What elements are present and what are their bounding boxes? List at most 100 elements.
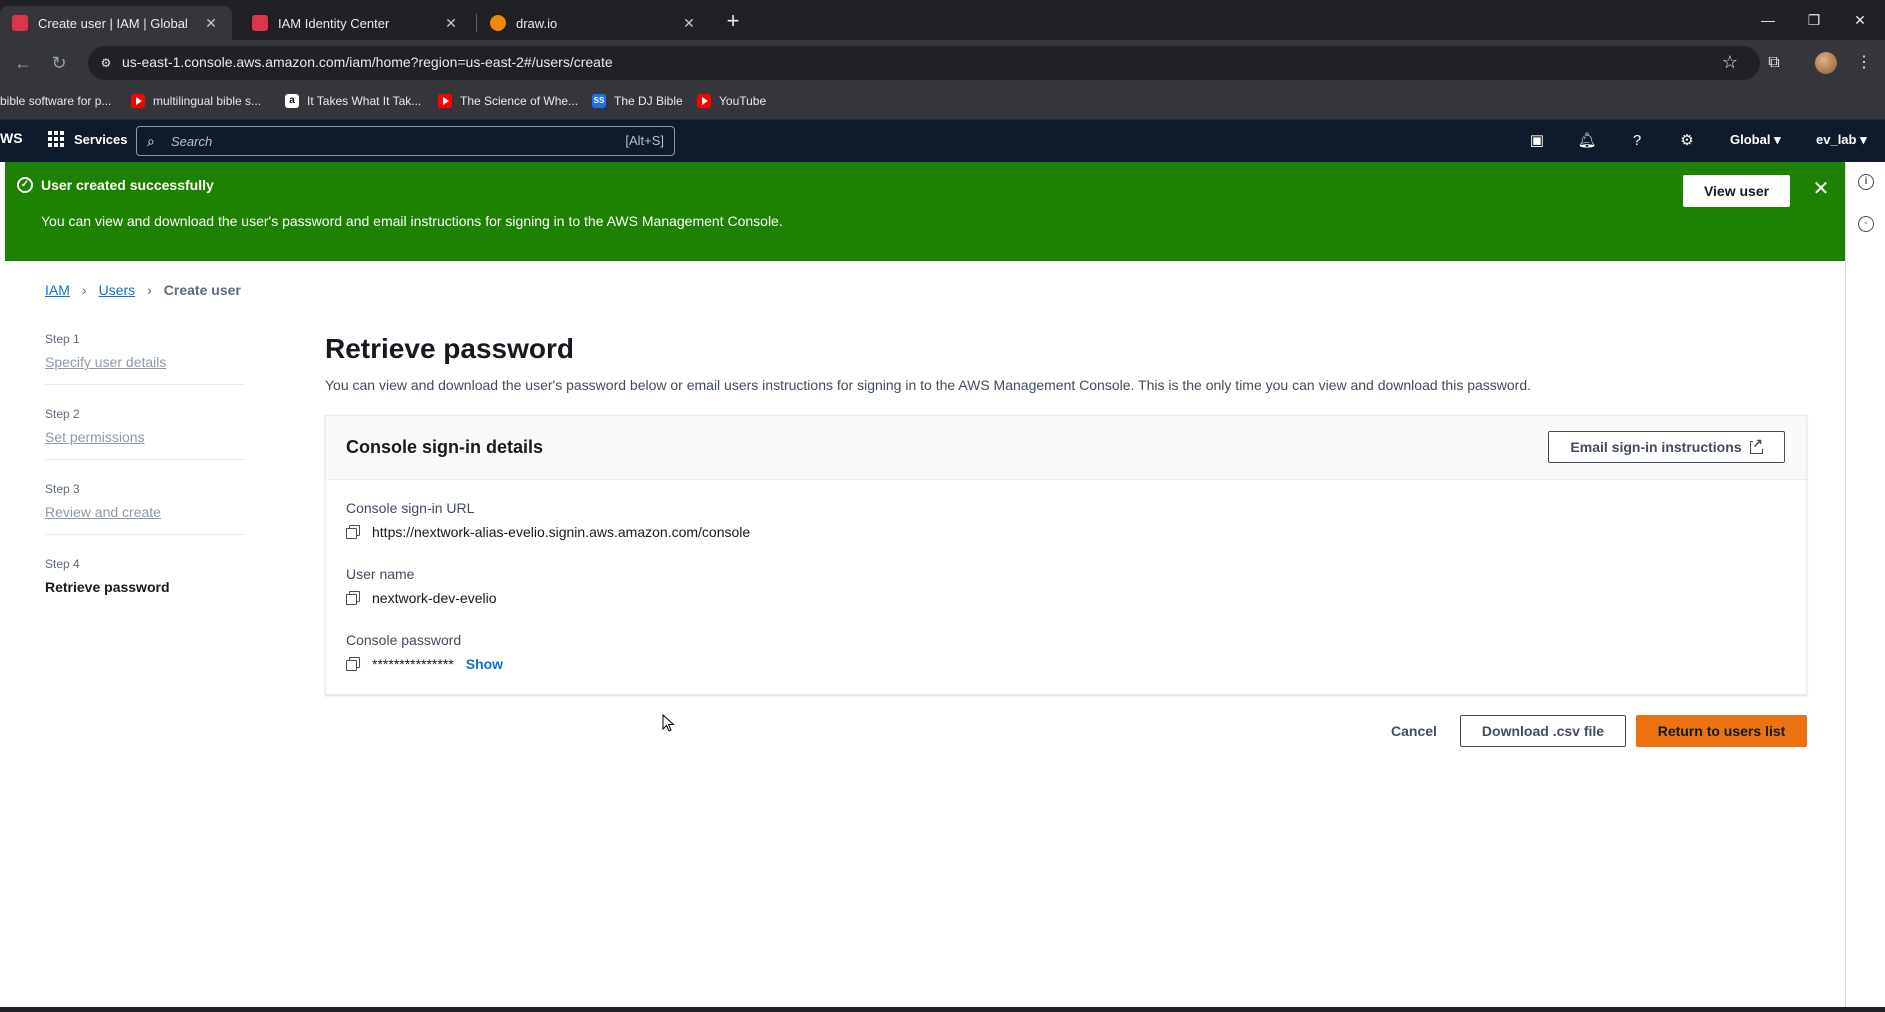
bookmarks-bar: bible software for p... multilingual bib… (0, 86, 1885, 120)
step-divider (45, 459, 245, 460)
tab-title: IAM Identity Center (278, 15, 390, 31)
dismiss-close-icon[interactable]: ✕ (1811, 176, 1831, 200)
help-icon[interactable]: ? (1627, 131, 1647, 151)
copy-icon[interactable] (346, 591, 360, 605)
site-settings-icon[interactable]: ⚙ (98, 55, 114, 71)
success-check-icon: ✓ (17, 177, 33, 193)
restore-icon[interactable]: ❐ (1791, 0, 1837, 40)
step-number: Step 1 (45, 332, 80, 346)
close-icon[interactable]: ✕ (680, 15, 698, 32)
bookmark-label: It Takes What It Tak... (307, 94, 422, 108)
reload-icon[interactable]: ↻ (46, 50, 72, 76)
global-search[interactable]: ⌕ [Alt+S] (136, 126, 675, 156)
aws-logo[interactable]: WS (0, 130, 23, 146)
step-current-retrieve-password: Retrieve password (45, 579, 170, 595)
settings-gear-icon[interactable]: ⚙ (1677, 131, 1697, 151)
browser-menu-icon[interactable]: ⋮ (1852, 51, 1876, 75)
field-label: Console sign-in URL (346, 500, 475, 516)
tab-separator (476, 14, 477, 32)
card-header: Console sign-in details Email sign-in in… (326, 416, 1806, 480)
window-close-icon[interactable]: ✕ (1837, 0, 1883, 40)
step-divider (45, 534, 245, 535)
flash-title: User created successfully (41, 177, 214, 193)
breadcrumb: IAM › Users › Create user (45, 282, 241, 298)
password-masked-value: *************** (372, 656, 454, 672)
copy-icon[interactable] (346, 525, 360, 539)
console-password-field: Console password *************** Show (346, 632, 503, 672)
page-content: ✓ User created successfully You can view… (5, 162, 1845, 1007)
bookmark-label: bible software for p... (0, 94, 112, 108)
address-bar[interactable]: ⚙ us-east-1.console.aws.amazon.com/iam/h… (88, 46, 1760, 80)
browser-tab-drawio[interactable]: draw.io ✕ (478, 6, 710, 40)
browser-tab-iam-identity-center[interactable]: IAM Identity Center ✕ (240, 6, 472, 40)
browser-toolbar: ← ↻ ⚙ us-east-1.console.aws.amazon.com/i… (0, 40, 1885, 86)
page-title: Retrieve password (325, 333, 574, 364)
breadcrumb-users-link[interactable]: Users (99, 282, 136, 298)
notifications-bell-icon[interactable]: 🔔︎ (1577, 131, 1597, 151)
step-divider (45, 384, 245, 385)
search-shortcut-hint: [Alt+S] (625, 133, 664, 148)
aws-identity-center-favicon-icon (252, 15, 268, 31)
cloudshell-icon[interactable]: ▣ (1527, 131, 1547, 151)
user-name-value: nextwork-dev-evelio (372, 590, 497, 606)
breadcrumb-iam-link[interactable]: IAM (45, 282, 70, 298)
bookmark-label: multilingual bible s... (153, 94, 262, 108)
external-link-icon (1749, 436, 1763, 454)
dj-bible-icon: SS (592, 94, 606, 108)
services-menu-button[interactable]: Services (48, 131, 128, 147)
tab-title: Create user | IAM | Global (38, 15, 188, 31)
bookmark-item[interactable]: The Science of Whe... (438, 94, 578, 108)
step-link-set-permissions[interactable]: Set permissions (45, 429, 245, 445)
url-text[interactable]: us-east-1.console.aws.amazon.com/iam/hom… (122, 54, 613, 70)
show-password-link[interactable]: Show (466, 656, 503, 672)
bookmark-item[interactable]: bible software for p... (0, 94, 111, 108)
bookmark-label: The DJ Bible (614, 94, 683, 108)
user-name-field: User name nextwork-dev-evelio (346, 566, 497, 606)
services-grid-icon (48, 131, 64, 147)
bookmark-item[interactable]: YouTube (697, 94, 766, 108)
step-link-specify-user-details[interactable]: Specify user details (45, 354, 245, 370)
copy-icon[interactable] (346, 657, 360, 671)
close-icon[interactable]: ✕ (202, 15, 220, 32)
back-arrow-icon[interactable]: ← (10, 50, 36, 76)
bookmark-item[interactable]: multilingual bible s... (131, 94, 261, 108)
chevron-right-icon: › (147, 282, 152, 298)
feedback-icon[interactable]: ◦ (1858, 216, 1874, 232)
search-icon: ⌕ (147, 133, 155, 149)
card-title: Console sign-in details (346, 437, 544, 457)
close-icon[interactable]: ✕ (442, 15, 460, 32)
console-sign-in-details-card: Console sign-in details Email sign-in in… (325, 415, 1807, 695)
return-to-users-list-button[interactable]: Return to users list (1636, 715, 1807, 747)
caret-down-icon: ▾ (1860, 132, 1867, 147)
extensions-icon[interactable]: ⧉ (1762, 51, 1786, 75)
account-label: ev_lab (1816, 132, 1857, 147)
youtube-icon (438, 94, 452, 108)
info-icon[interactable]: i (1858, 174, 1874, 190)
step-link-review-and-create[interactable]: Review and create (45, 504, 245, 520)
bookmark-star-icon[interactable]: ☆ (1722, 52, 1738, 73)
browser-tab-create-user[interactable]: Create user | IAM | Global ✕ (0, 6, 232, 40)
field-label: Console password (346, 632, 462, 648)
browser-tab-strip: Create user | IAM | Global ✕ IAM Identit… (0, 0, 1885, 40)
cancel-button[interactable]: Cancel (1378, 715, 1450, 747)
minimize-icon[interactable]: — (1745, 0, 1791, 40)
region-selector[interactable]: Global ▾ (1730, 132, 1781, 148)
wizard-step-1: Step 1 Specify user details (45, 332, 245, 385)
new-tab-button[interactable]: + (720, 8, 746, 34)
bookmark-item[interactable]: SS The DJ Bible (592, 94, 683, 108)
download-csv-button[interactable]: Download .csv file (1460, 715, 1626, 747)
utility-side-panel: i ◦ (1845, 162, 1885, 1007)
aws-top-nav: WS Services ⌕ [Alt+S] ▣ 🔔︎ ? ⚙ Global ▾ … (0, 120, 1885, 162)
search-input[interactable] (171, 131, 591, 151)
breadcrumb-current: Create user (163, 282, 241, 298)
step-number: Step 3 (45, 482, 80, 496)
step-number: Step 2 (45, 407, 80, 421)
success-flashbar: ✓ User created successfully You can view… (5, 162, 1845, 261)
profile-avatar[interactable] (1815, 52, 1837, 74)
account-menu[interactable]: ev_lab ▾ (1816, 132, 1867, 148)
bookmark-item[interactable]: a It Takes What It Tak... (285, 94, 421, 108)
mouse-cursor-icon (662, 714, 675, 732)
aws-iam-favicon-icon (12, 15, 28, 31)
view-user-button[interactable]: View user (1683, 175, 1790, 207)
email-sign-in-instructions-button[interactable]: Email sign-in instructions (1548, 431, 1785, 463)
